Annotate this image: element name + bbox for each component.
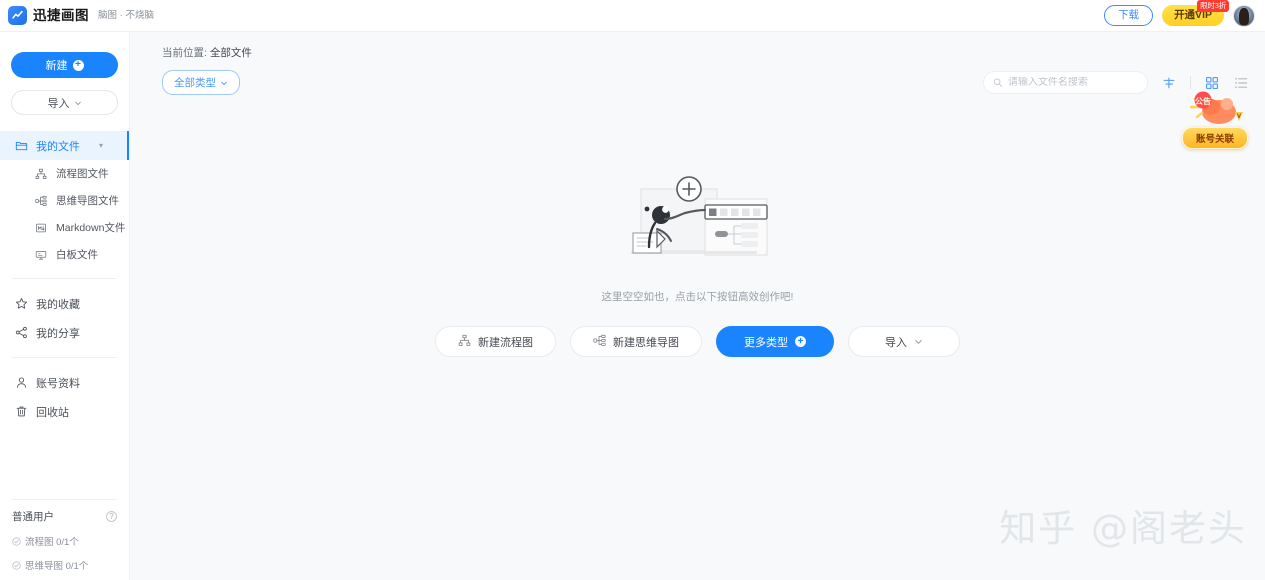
sidebar-item-label: 我的文件	[36, 140, 80, 153]
toolbar: 全部类型	[130, 60, 1265, 95]
svg-text:V: V	[1237, 114, 1241, 120]
mindmap-icon	[34, 194, 48, 208]
empty-state: 这里空空如也，点击以下按钮高效创作吧! 新建流程图 新建思维导图 更多类型 + …	[130, 95, 1265, 580]
download-button[interactable]: 下载	[1104, 5, 1154, 26]
chevron-down-icon	[915, 340, 922, 344]
share-icon	[14, 326, 28, 340]
sidebar-divider-1	[12, 278, 117, 279]
chevron-down-icon	[221, 81, 227, 85]
search-icon	[993, 78, 1003, 87]
sort-icon[interactable]	[1161, 75, 1177, 91]
list-view-icon[interactable]	[1233, 75, 1249, 91]
sidebar-item-label: 回收站	[36, 406, 69, 419]
chart-line-logo-icon	[8, 6, 27, 25]
sidebar-item-label: Markdown文件	[56, 222, 126, 234]
check-circle-icon	[12, 536, 21, 546]
type-filter-label: 全部类型	[174, 77, 216, 89]
more-types-button[interactable]: 更多类型 +	[716, 326, 834, 357]
brand-tagline: 脑图 · 不烧脑	[98, 9, 154, 21]
import-button-main[interactable]: 导入	[848, 326, 960, 357]
user-level-label: 普通用户	[12, 511, 54, 523]
whiteboard-icon	[34, 248, 48, 262]
sidebar-item-label: 我的收藏	[36, 298, 80, 311]
person-icon	[14, 376, 28, 390]
sidebar-item-shares[interactable]: 我的分享	[0, 318, 129, 347]
empty-create-illustration	[613, 173, 783, 273]
empty-state-text: 这里空空如也，点击以下按钮高效创作吧!	[601, 291, 794, 303]
action-label: 新建思维导图	[613, 336, 679, 349]
app-root: 迅捷画图 脑图 · 不烧脑 下载 开通VIP 限时3折 新建 + 导入 我的文件…	[0, 0, 1265, 580]
flowchart-icon	[34, 167, 48, 181]
star-icon	[14, 297, 28, 311]
quota-label: 思维导图 0/1个	[25, 561, 89, 572]
quota-row-mindmap: 思维导图 0/1个	[12, 558, 117, 572]
quota-row-flowchart: 流程图 0/1个	[12, 534, 117, 548]
sidebar-divider-2	[12, 357, 117, 358]
import-button-sidebar[interactable]: 导入	[11, 90, 118, 115]
chevron-down-icon	[74, 101, 81, 105]
sidebar-item-label: 白板文件	[56, 249, 98, 261]
action-label: 新建流程图	[478, 336, 533, 349]
sidebar-item-recycle-bin[interactable]: 回收站	[0, 397, 129, 426]
new-mindmap-button[interactable]: 新建思维导图	[570, 326, 702, 357]
search-input[interactable]	[1007, 77, 1138, 88]
sidebar-item-label: 账号资料	[36, 377, 80, 390]
account-link-promo[interactable]: 公告 V 账号关联	[1173, 90, 1257, 149]
body-row: 新建 + 导入 我的文件 ▾ 流程图文件 思维导图文件 Markdown文件 白…	[0, 32, 1265, 580]
action-label: 更多类型	[744, 336, 788, 349]
type-filter-dropdown[interactable]: 全部类型	[162, 70, 240, 95]
mindmap-icon	[593, 334, 606, 350]
trash-icon	[14, 405, 28, 419]
top-bar: 迅捷画图 脑图 · 不烧脑 下载 开通VIP 限时3折	[0, 0, 1265, 32]
sidebar-footer-inner: 普通用户 ? 流程图 0/1个 思维导图 0/1个	[12, 499, 117, 572]
search-box[interactable]	[983, 71, 1148, 94]
sidebar-item-my-files[interactable]: 我的文件 ▾	[0, 131, 129, 160]
folder-icon	[14, 139, 28, 153]
grid-view-icon[interactable]	[1204, 75, 1220, 91]
brand-name: 迅捷画图	[33, 7, 89, 23]
top-bar-right: 下载 开通VIP 限时3折	[1104, 0, 1255, 27]
toolbar-divider	[1190, 76, 1191, 89]
markdown-icon	[34, 221, 48, 235]
sidebar: 新建 + 导入 我的文件 ▾ 流程图文件 思维导图文件 Markdown文件 白…	[0, 32, 130, 580]
vip-discount-badge: 限时3折	[1197, 0, 1229, 12]
action-label: 导入	[885, 336, 907, 349]
chevron-down-icon[interactable]: ▾	[99, 141, 103, 150]
new-flowchart-button[interactable]: 新建流程图	[435, 326, 556, 357]
breadcrumb: 当前位置: 全部文件	[130, 32, 1265, 60]
sidebar-item-label: 流程图文件	[56, 168, 109, 180]
svg-text:公告: 公告	[1195, 96, 1211, 106]
sidebar-item-flowchart-files[interactable]: 流程图文件	[0, 160, 129, 187]
avatar[interactable]	[1233, 4, 1255, 27]
gift-promo-illustration: 公告 V	[1173, 90, 1257, 130]
sidebar-item-label: 思维导图文件	[56, 195, 119, 207]
sidebar-item-whiteboard-files[interactable]: 白板文件	[0, 241, 129, 268]
sidebar-actions: 新建 + 导入	[0, 52, 129, 115]
new-file-button[interactable]: 新建 +	[11, 52, 118, 78]
sidebar-item-favorites[interactable]: 我的收藏	[0, 289, 129, 318]
flowchart-icon	[458, 334, 471, 350]
plus-circle-icon: +	[72, 59, 84, 71]
sidebar-item-label: 我的分享	[36, 327, 80, 340]
brand[interactable]: 迅捷画图 脑图 · 不烧脑	[8, 6, 154, 25]
sidebar-footer: 普通用户 ? 流程图 0/1个 思维导图 0/1个	[0, 499, 129, 580]
sidebar-nav: 我的文件 ▾ 流程图文件 思维导图文件 Markdown文件 白板文件 我的收藏…	[0, 131, 129, 426]
user-level-row: 普通用户 ?	[12, 509, 117, 524]
main-content: 当前位置: 全部文件 全部类型 请输入文件名搜索 公告 V 账号关联 这里空空如…	[130, 32, 1265, 580]
quota-label: 流程图 0/1个	[25, 537, 79, 548]
breadcrumb-value: 全部文件	[209, 47, 252, 59]
plus-circle-icon: +	[795, 336, 806, 347]
sidebar-item-markdown-files[interactable]: Markdown文件	[0, 214, 129, 241]
account-link-button[interactable]: 账号关联	[1182, 127, 1248, 149]
sidebar-item-mindmap-files[interactable]: 思维导图文件	[0, 187, 129, 214]
vip-button-wrap: 开通VIP 限时3折	[1162, 0, 1229, 26]
import-label: 导入	[47, 97, 70, 110]
new-file-label: 新建	[45, 60, 68, 72]
check-circle-icon	[12, 560, 21, 570]
sidebar-item-account[interactable]: 账号资料	[0, 368, 129, 397]
empty-state-actions: 新建流程图 新建思维导图 更多类型 + 导入	[435, 326, 960, 357]
breadcrumb-prefix: 当前位置:	[162, 47, 207, 59]
question-mark-icon[interactable]: ?	[106, 511, 117, 522]
